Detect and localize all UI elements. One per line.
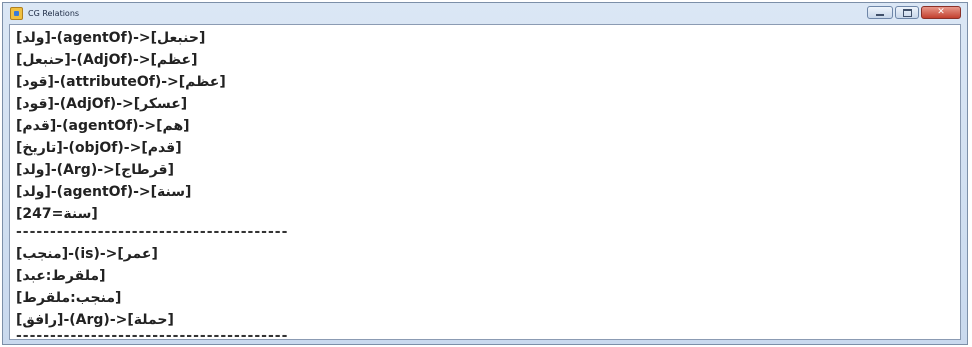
minimize-button[interactable] xyxy=(867,6,893,19)
relation-line: [عظم]<-(attributeOf)-[قود] xyxy=(16,74,226,90)
relation-line: [سنة]<-(agentOf)-[ولد] xyxy=(16,184,192,200)
relations-text-area[interactable]: [حنبعل]<-(agentOf)-[ولد] [عظم]<-(AdjOf)-… xyxy=(9,24,961,340)
relation-line: [قرطاج]<-(Arg)-[ولد] xyxy=(16,162,174,178)
separator-line: ---------------------------------------- xyxy=(16,224,289,240)
maximize-icon xyxy=(902,8,912,17)
relation-line: [حنبعل]<-(agentOf)-[ولد] xyxy=(16,30,206,46)
relation-line: [منجب:ملقرط] xyxy=(16,290,122,306)
java-app-icon xyxy=(10,6,23,20)
window-controls: ✕ xyxy=(867,6,961,19)
relation-line: [قدم]<-(objOf)-[تاريخ] xyxy=(16,140,182,156)
close-button[interactable]: ✕ xyxy=(921,6,961,19)
relation-line: [هم]<-(agentOf)-[قدم] xyxy=(16,118,190,134)
relation-line: [عظم]<-(AdjOf)-[حنبعل] xyxy=(16,52,198,68)
relation-line: [عمر]<-(is)-[منجب] xyxy=(16,246,158,262)
close-icon: ✕ xyxy=(937,7,945,17)
title-bar[interactable]: CG Relations ✕ xyxy=(3,3,967,23)
cg-relations-window: CG Relations ✕ [حنبعل]<-(agentOf)-[ولد] … xyxy=(2,2,968,345)
separator-line: ---------------------------------------- xyxy=(16,328,289,340)
relation-line: [عسكر]<-(AdjOf)-[قود] xyxy=(16,96,188,112)
relation-line: [ملقرط:عبد] xyxy=(16,268,106,284)
window-title: CG Relations xyxy=(28,8,80,18)
maximize-button[interactable] xyxy=(895,6,919,19)
minimize-icon xyxy=(876,14,884,16)
